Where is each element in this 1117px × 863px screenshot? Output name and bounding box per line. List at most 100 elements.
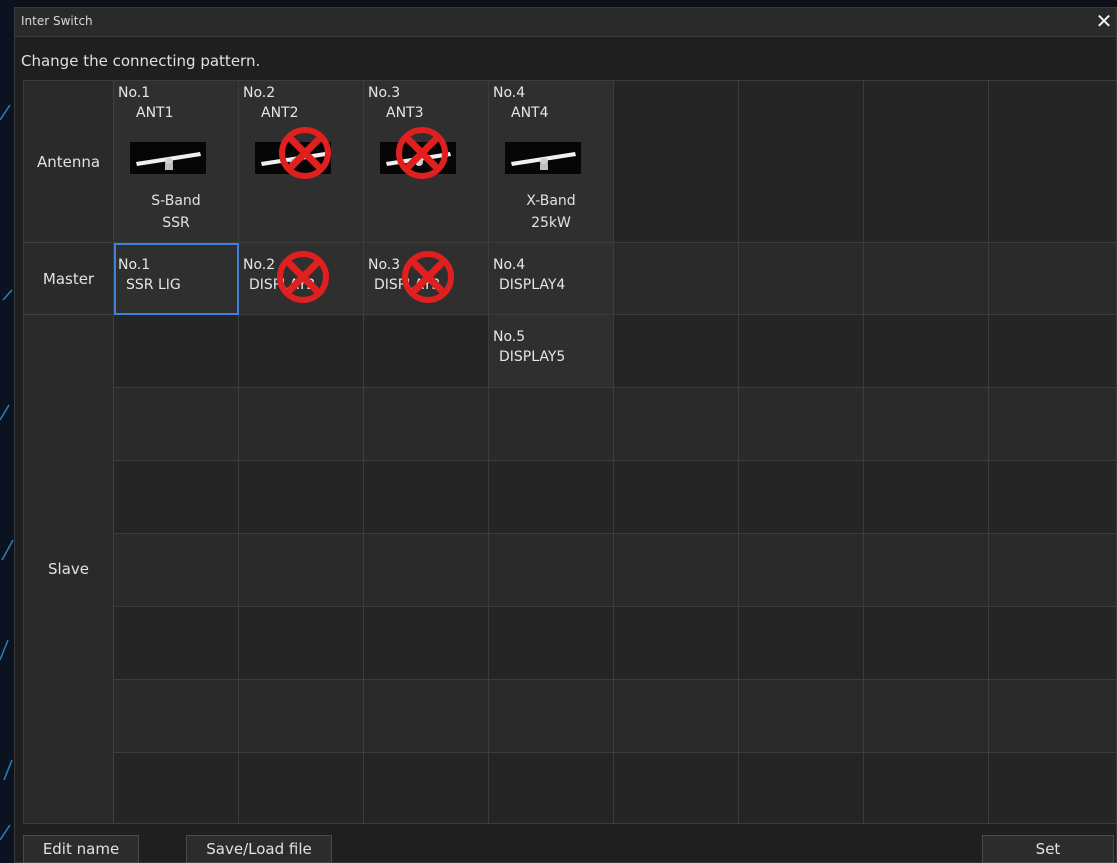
- master-number: No.4: [493, 257, 526, 273]
- slave-cell-empty[interactable]: [489, 753, 614, 823]
- slave-cell-empty[interactable]: [614, 315, 739, 388]
- slave-cell-empty[interactable]: [114, 680, 239, 753]
- slave-cell-empty[interactable]: [489, 461, 614, 534]
- antenna-number: No.4: [493, 85, 526, 101]
- antenna-cell-empty[interactable]: [989, 81, 1116, 243]
- master-name: DISPLAY2: [249, 277, 316, 293]
- slave-cell-empty[interactable]: [739, 680, 864, 753]
- slave-cell-empty[interactable]: [864, 461, 989, 534]
- close-button[interactable]: ✕: [1094, 10, 1114, 32]
- slave-cell-empty[interactable]: [864, 534, 989, 607]
- row-label-slave: Slave: [24, 315, 114, 823]
- slave-cell-empty[interactable]: [864, 388, 989, 461]
- antenna-cell-3[interactable]: No.3 ANT3: [364, 81, 489, 243]
- slave-cell-5[interactable]: No.5 DISPLAY5: [489, 315, 614, 388]
- slave-cell-empty[interactable]: [364, 315, 489, 388]
- master-cell-3[interactable]: No.3 DISPLAY3: [364, 243, 489, 315]
- slave-cell-empty[interactable]: [239, 534, 364, 607]
- slave-cell-empty[interactable]: [989, 388, 1116, 461]
- slave-cell-empty[interactable]: [739, 607, 864, 680]
- radar-antenna-icon: [380, 142, 456, 174]
- slave-cell-empty[interactable]: [114, 753, 239, 823]
- antenna-detail: 25kW: [531, 215, 571, 231]
- master-cell-empty[interactable]: [989, 243, 1116, 315]
- slave-cell-empty[interactable]: [239, 388, 364, 461]
- master-cell-empty[interactable]: [739, 243, 864, 315]
- slave-cell-empty[interactable]: [364, 607, 489, 680]
- slave-cell-empty[interactable]: [739, 388, 864, 461]
- antenna-band: S-Band: [151, 193, 201, 209]
- antenna-cell-1[interactable]: No.1 ANT1 S-Band SSR: [114, 81, 239, 243]
- radar-antenna-icon: [505, 142, 581, 174]
- slave-cell-empty[interactable]: [614, 680, 739, 753]
- slave-cell-empty[interactable]: [114, 461, 239, 534]
- slave-cell-empty[interactable]: [989, 680, 1116, 753]
- slave-cell-empty[interactable]: [114, 534, 239, 607]
- slave-cell-empty[interactable]: [489, 680, 614, 753]
- antenna-cell-empty[interactable]: [614, 81, 739, 243]
- slave-cell-empty[interactable]: [614, 753, 739, 823]
- antenna-number: No.1: [118, 85, 151, 101]
- slave-cell-empty[interactable]: [239, 680, 364, 753]
- radar-antenna-icon: [255, 142, 331, 174]
- slave-cell-empty[interactable]: [239, 753, 364, 823]
- antenna-cell-empty[interactable]: [864, 81, 989, 243]
- slave-cell-empty[interactable]: [489, 534, 614, 607]
- antenna-cell-4[interactable]: No.4 ANT4 X-Band 25kW: [489, 81, 614, 243]
- slave-cell-empty[interactable]: [364, 753, 489, 823]
- slave-cell-empty[interactable]: [614, 388, 739, 461]
- save-load-file-button[interactable]: Save/Load file: [186, 835, 332, 863]
- master-cell-4[interactable]: No.4 DISPLAY4: [489, 243, 614, 315]
- slave-cell-empty[interactable]: [364, 388, 489, 461]
- master-name: DISPLAY3: [374, 277, 441, 293]
- master-number: No.3: [368, 257, 401, 273]
- slave-cell-empty[interactable]: [114, 315, 239, 388]
- slave-cell-empty[interactable]: [364, 534, 489, 607]
- slave-cell-empty[interactable]: [614, 607, 739, 680]
- antenna-number: No.3: [368, 85, 401, 101]
- master-cell-2[interactable]: No.2 DISPLAY2: [239, 243, 364, 315]
- slave-cell-empty[interactable]: [739, 534, 864, 607]
- master-cell-1[interactable]: No.1 SSR LIG: [114, 243, 239, 315]
- slave-cell-empty[interactable]: [614, 461, 739, 534]
- slave-number: No.5: [493, 329, 526, 345]
- instruction-text: Change the connecting pattern.: [21, 52, 261, 70]
- slave-cell-empty[interactable]: [989, 607, 1116, 680]
- slave-cell-empty[interactable]: [864, 753, 989, 823]
- radar-antenna-icon: [130, 142, 206, 174]
- slave-cell-empty[interactable]: [864, 315, 989, 388]
- antenna-cell-empty[interactable]: [739, 81, 864, 243]
- connection-grid: Antenna Master Slave No.1 ANT1 S-Band SS…: [23, 80, 1117, 824]
- slave-cell-empty[interactable]: [114, 607, 239, 680]
- slave-cell-empty[interactable]: [989, 461, 1116, 534]
- antenna-band: X-Band: [526, 193, 576, 209]
- set-button[interactable]: Set: [982, 835, 1114, 863]
- master-cell-empty[interactable]: [614, 243, 739, 315]
- slave-cell-empty[interactable]: [239, 315, 364, 388]
- slave-cell-empty[interactable]: [989, 753, 1116, 823]
- slave-cell-empty[interactable]: [739, 461, 864, 534]
- slave-cell-empty[interactable]: [364, 461, 489, 534]
- slave-cell-empty[interactable]: [989, 534, 1116, 607]
- slave-cell-empty[interactable]: [614, 534, 739, 607]
- background-radar-edge: [0, 0, 14, 863]
- slave-cell-empty[interactable]: [864, 680, 989, 753]
- slave-cell-empty[interactable]: [364, 680, 489, 753]
- slave-cell-empty[interactable]: [989, 315, 1116, 388]
- antenna-cell-2[interactable]: No.2 ANT2: [239, 81, 364, 243]
- slave-cell-empty[interactable]: [239, 461, 364, 534]
- slave-cell-empty[interactable]: [239, 607, 364, 680]
- slave-cell-empty[interactable]: [489, 388, 614, 461]
- master-name: SSR LIG: [126, 277, 181, 293]
- slave-name: DISPLAY5: [499, 349, 566, 365]
- edit-name-button[interactable]: Edit name: [23, 835, 139, 863]
- slave-cell-empty[interactable]: [864, 607, 989, 680]
- slave-cell-empty[interactable]: [489, 607, 614, 680]
- slave-cell-empty[interactable]: [739, 315, 864, 388]
- inter-switch-dialog: Inter Switch ✕ Change the connecting pat…: [14, 7, 1117, 863]
- antenna-name: ANT3: [386, 105, 424, 121]
- slave-cell-empty[interactable]: [114, 388, 239, 461]
- slave-cell-empty[interactable]: [739, 753, 864, 823]
- master-cell-empty[interactable]: [864, 243, 989, 315]
- master-number: No.1: [118, 257, 151, 273]
